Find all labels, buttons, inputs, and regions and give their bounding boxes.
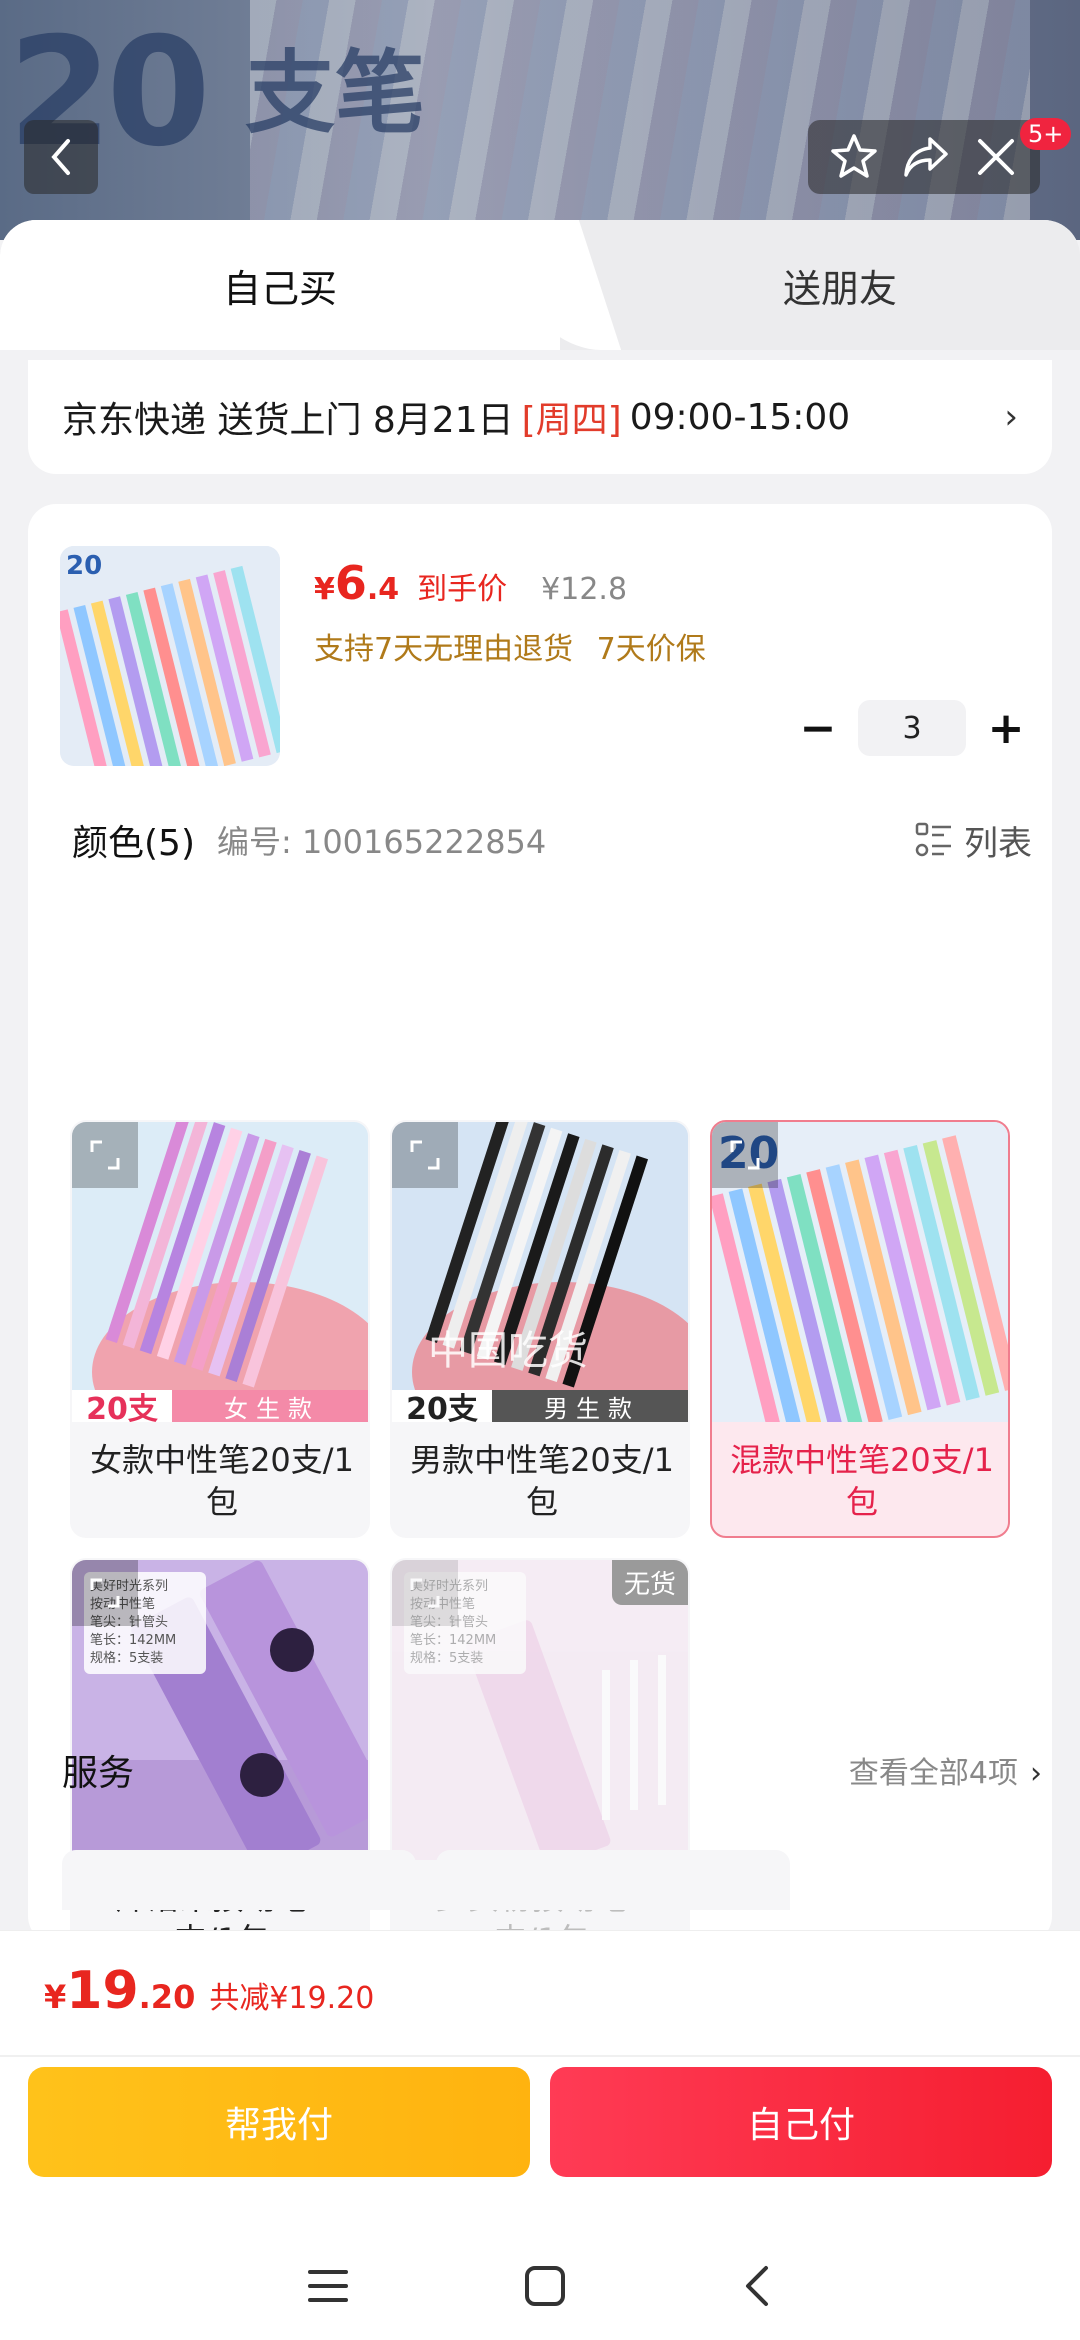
color-option-female[interactable]: 20支 女生款 女款中性笔20支/1包	[70, 1120, 370, 1538]
checkout-footer: ¥ 19 .20 共减¥19.20 帮我付 自己付	[0, 1930, 1080, 2340]
chevron-left-icon	[51, 139, 70, 175]
pkg-line: 笔长：142MM	[410, 1633, 497, 1648]
color-option-male[interactable]: 中国吃货 20支 男生款 男款中性笔20支/1包	[390, 1120, 690, 1538]
variant-image: 美好时光系列 按动中性笔 笔尖：针管头 笔长：142MM 规格：5支装	[392, 1560, 688, 1860]
pkg-line: 笔长：142MM	[90, 1633, 177, 1648]
delivery-prefix: 京东快递 送货上门 8月21日	[62, 400, 514, 441]
color-option-mixed[interactable]: 20 混款中性笔20支/1包	[710, 1120, 1010, 1538]
price-label: 到手价	[417, 572, 508, 607]
sku-number: 编号: 100165222854	[217, 823, 547, 861]
purchase-sheet: 自己买 送朋友 京东快递 送货上门 8月21日 [周四] 09:00-15:00…	[0, 220, 1080, 1930]
image-watermark: 中国吃货	[428, 1328, 588, 1374]
tab-buy-for-self[interactable]: 自己买	[0, 220, 560, 350]
service-tags: 支持7天无理由退货 7天价保	[314, 624, 706, 668]
service-option-card[interactable]	[436, 1850, 790, 1910]
system-nav-bar	[0, 2231, 1080, 2340]
variant-ribbon: 20支 男生款	[392, 1390, 688, 1423]
svg-text:20: 20	[66, 551, 102, 581]
back-nav-icon[interactable]	[740, 2264, 774, 2308]
back-button[interactable]	[24, 120, 98, 194]
pens-thumbnail-image: 20	[60, 546, 280, 766]
color-section-header: 颜色(5) 编号: 100165222854 列表	[72, 814, 1032, 866]
price-protect-tag: 7天价保	[596, 632, 706, 667]
product-card: 20 ¥ 6 .4 到手价 ¥12.8 支持7天无理由退货 7天价保 − 3 +…	[28, 504, 1052, 1930]
total-decimal: .20	[138, 1978, 196, 2016]
list-icon	[915, 822, 951, 857]
color-title: 颜色(5)	[72, 823, 195, 864]
variant-image: 20支 女生款	[72, 1122, 368, 1423]
price-row: ¥ 6 .4 到手价 ¥12.8	[314, 556, 627, 610]
product-thumbnail[interactable]: 20	[60, 546, 280, 766]
variant-ribbon: 20支 女生款	[72, 1390, 368, 1423]
share-icon[interactable]	[900, 131, 952, 183]
variant-label: 男款中性笔20支/1包	[410, 1441, 674, 1521]
footer-divider	[0, 2055, 1080, 2057]
help-me-pay-button[interactable]: 帮我付	[28, 2067, 530, 2177]
delivery-info-row[interactable]: 京东快递 送货上门 8月21日 [周四] 09:00-15:00 ›	[28, 360, 1052, 474]
delivery-time: 09:00-15:00	[629, 396, 851, 438]
expand-icon[interactable]	[392, 1122, 458, 1188]
expand-icon[interactable]	[72, 1560, 138, 1626]
pay-myself-button[interactable]: 自己付	[550, 2067, 1052, 2177]
pkg-line: 规格：5支装	[90, 1651, 164, 1666]
quantity-stepper: − 3 +	[788, 700, 1036, 756]
out-of-stock-badge: 无货	[611, 1560, 688, 1605]
services-view-all-label: 查看全部4项	[848, 1756, 1018, 1791]
close-icon[interactable]	[972, 133, 1020, 181]
service-option-card[interactable]	[62, 1850, 416, 1910]
decrease-quantity-button[interactable]: −	[788, 700, 848, 756]
expand-icon[interactable]	[392, 1560, 458, 1626]
variant-image: 美好时光系列 按动中性笔 笔尖：针管头 笔长：142MM 规格：5支装	[72, 1560, 368, 1860]
list-view-toggle[interactable]: 列表	[914, 816, 1032, 865]
pkg-line: 规格：5支装	[410, 1651, 484, 1666]
price-integer: 6	[334, 556, 367, 610]
ribbon-text: 女生款	[224, 1394, 320, 1423]
price-symbol: ¥	[314, 572, 335, 607]
delivery-weekday: [周四]	[521, 400, 622, 441]
chevron-right-icon: ›	[1004, 397, 1018, 437]
variant-image: 20	[712, 1122, 1008, 1422]
ribbon-count: 20支	[86, 1392, 158, 1422]
increase-quantity-button[interactable]: +	[976, 700, 1036, 756]
variant-image: 中国吃货 20支 男生款	[392, 1122, 688, 1423]
home-icon[interactable]	[523, 2264, 567, 2308]
ribbon-count: 20支	[406, 1392, 478, 1422]
purchase-tabs: 自己买 送朋友	[0, 220, 1080, 350]
services-header: 服务 查看全部4项 ›	[62, 1744, 1042, 1796]
price-decimal: .4	[366, 572, 400, 607]
star-icon[interactable]	[828, 131, 880, 183]
quantity-value[interactable]: 3	[858, 700, 966, 756]
expand-icon[interactable]	[72, 1122, 138, 1188]
expand-icon[interactable]	[712, 1122, 778, 1188]
services-title: 服务	[62, 1753, 135, 1794]
tab-gift-friend[interactable]: 送朋友	[600, 220, 1080, 350]
variant-label: 女款中性笔20支/1包	[90, 1441, 354, 1521]
total-symbol: ¥	[44, 1978, 67, 2016]
original-price: ¥12.8	[541, 572, 628, 607]
list-toggle-label: 列表	[964, 823, 1032, 864]
return-policy-tag: 支持7天无理由退货	[314, 632, 574, 667]
ribbon-text: 男生款	[544, 1394, 640, 1423]
chevron-right-icon: ›	[1030, 1756, 1042, 1791]
variant-label: 混款中性笔20支/1包	[730, 1441, 994, 1521]
menu-icon[interactable]	[306, 2266, 350, 2306]
banner-unit: 支笔	[245, 41, 425, 146]
top-toolbar	[808, 120, 1040, 194]
notification-badge: 5+	[1020, 118, 1072, 150]
total-integer: 19	[66, 1961, 139, 2021]
total-saving: 共减¥19.20	[209, 1981, 375, 2016]
services-view-all[interactable]: 查看全部4项 ›	[849, 1748, 1042, 1792]
total-price: ¥ 19 .20 共减¥19.20	[44, 1961, 374, 2021]
